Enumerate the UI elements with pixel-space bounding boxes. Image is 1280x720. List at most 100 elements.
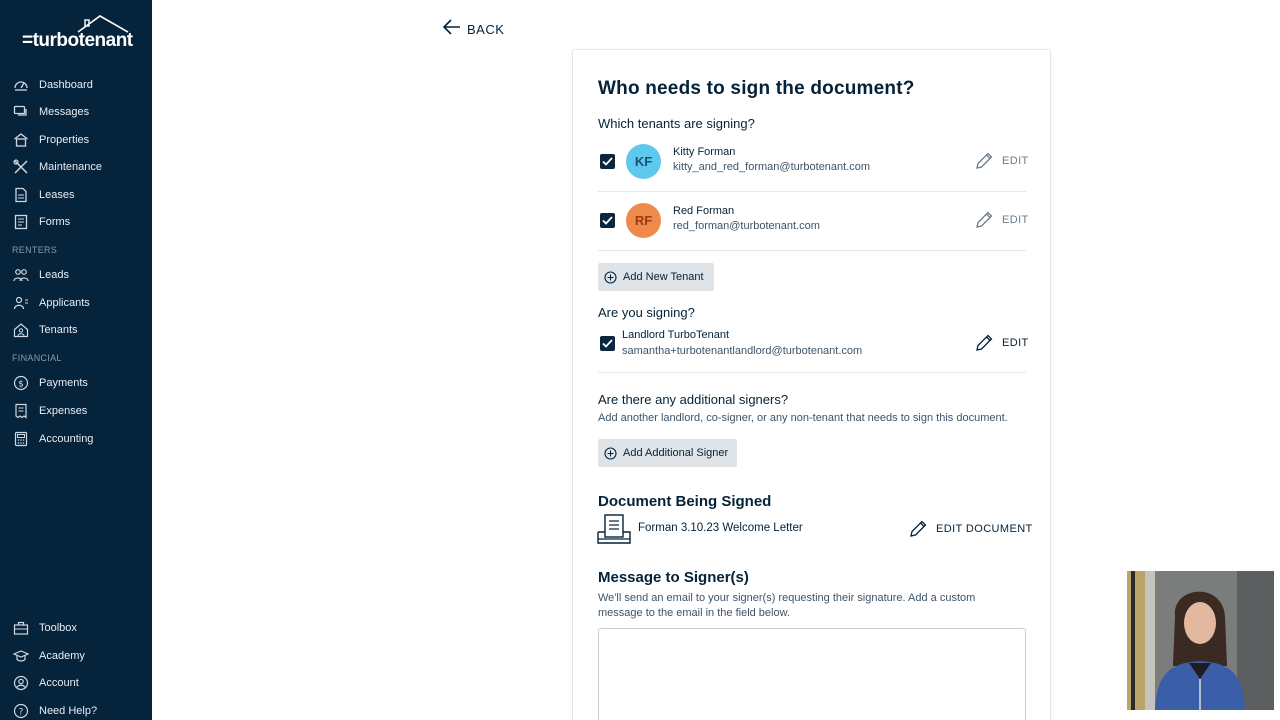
tenants-question: Which tenants are signing? (598, 116, 755, 131)
tenant-name: Red Forman (673, 205, 735, 217)
sidebar-item-leads[interactable]: Leads (12, 264, 69, 286)
divider (598, 191, 1026, 192)
sidebar-item-academy[interactable]: Academy (12, 645, 85, 667)
landlord-checkbox[interactable] (600, 336, 615, 351)
additional-signers-description: Add another landlord, co-signer, or any … (598, 412, 1008, 424)
checkmark-icon (602, 339, 613, 348)
document-heading: Document Being Signed (598, 493, 772, 510)
edit-landlord-button[interactable]: EDIT (974, 333, 1029, 353)
form-icon (12, 214, 29, 231)
tenant-email: red_forman@turbotenant.com (673, 220, 820, 232)
sidebar-item-label: Expenses (39, 405, 88, 417)
sidebar-item-help[interactable]: ? Need Help? (12, 700, 97, 720)
sidebar-item-label: Dashboard (39, 79, 93, 91)
pencil-icon (976, 152, 993, 169)
svg-text:$: $ (18, 380, 24, 390)
plus-circle-icon (604, 270, 617, 284)
signers-form-card: Who needs to sign the document? Which te… (572, 49, 1051, 720)
sidebar-item-leases[interactable]: Leases (12, 184, 74, 206)
logo-text: =turbotenant (22, 30, 133, 51)
document-stack-icon (597, 514, 631, 544)
sidebar-item-label: Applicants (39, 297, 90, 309)
checkmark-icon (602, 157, 613, 166)
sidebar-item-label: Messages (39, 106, 90, 118)
sidebar-item-label: Maintenance (39, 161, 102, 173)
speedometer-icon (12, 77, 29, 94)
sidebar-item-account[interactable]: Account (12, 672, 79, 694)
pencil-icon (976, 211, 993, 228)
edit-tenant-button[interactable]: EDIT (974, 151, 1029, 171)
landlord-email: samantha+turbotenantlandlord@turbotenant… (622, 345, 863, 357)
add-new-tenant-label: Add New Tenant (623, 271, 704, 283)
sidebar-item-forms[interactable]: Forms (12, 211, 70, 233)
tools-icon (12, 159, 29, 176)
presenter-video-image (1127, 571, 1274, 710)
back-button[interactable]: BACK (442, 18, 504, 41)
toolbox-icon (12, 620, 29, 637)
page-title: Who needs to sign the document? (598, 78, 915, 99)
edit-document-label: EDIT DOCUMENT (936, 523, 1033, 535)
graduation-cap-icon (12, 648, 29, 665)
sidebar-item-properties[interactable]: Properties (12, 129, 89, 151)
message-textarea[interactable] (598, 628, 1026, 720)
sidebar-item-label: Payments (39, 377, 88, 389)
divider (598, 250, 1026, 251)
financial-section-label: FINANCIAL (12, 353, 62, 363)
sidebar-item-dashboard[interactable]: Dashboard (12, 74, 93, 96)
sidebar-item-label: Account (39, 677, 79, 689)
add-additional-signer-label: Add Additional Signer (623, 447, 729, 459)
sidebar-item-payments[interactable]: $ Payments (12, 372, 88, 394)
sidebar-item-tenants[interactable]: Tenants (12, 319, 78, 341)
sidebar-item-label: Forms (39, 216, 71, 228)
sidebar-item-applicants[interactable]: Applicants (12, 292, 90, 314)
turbotenant-logo[interactable]: =turbotenant (20, 14, 133, 54)
divider (598, 372, 1026, 373)
sidebar-item-expenses[interactable]: Expenses (12, 400, 87, 422)
arrow-left-icon (442, 18, 461, 41)
tenant-name: Kitty Forman (673, 146, 736, 158)
sidebar-item-accounting[interactable]: Accounting (12, 428, 93, 450)
receipt-icon (12, 403, 29, 420)
sidebar-item-maintenance[interactable]: Maintenance (12, 156, 102, 178)
document-name: Forman 3.10.23 Welcome Letter (638, 522, 803, 534)
svg-text:?: ? (18, 708, 23, 718)
pencil-icon (910, 520, 927, 537)
edit-label: EDIT (1002, 214, 1029, 226)
document-icon (12, 187, 29, 204)
tenant-checkbox[interactable] (600, 213, 615, 228)
plus-circle-icon (604, 446, 617, 460)
house-person-icon (12, 322, 29, 339)
landlord-name: Landlord TurboTenant (622, 329, 730, 341)
help-icon: ? (12, 703, 29, 720)
edit-tenant-button[interactable]: EDIT (974, 210, 1029, 230)
applicant-icon (12, 295, 29, 312)
back-label: BACK (467, 22, 505, 37)
sidebar-item-label: Tenants (39, 324, 78, 336)
checkmark-icon (602, 216, 613, 225)
edit-label: EDIT (1002, 155, 1029, 167)
sidebar-item-messages[interactable]: Messages (12, 101, 89, 123)
people-icon (12, 267, 29, 284)
edit-label: EDIT (1002, 337, 1029, 349)
you-signing-question: Are you signing? (598, 305, 695, 320)
sidebar-item-label: Accounting (39, 433, 94, 445)
account-icon (12, 675, 29, 692)
tenant-checkbox[interactable] (600, 154, 615, 169)
sidebar-item-toolbox[interactable]: Toolbox (12, 617, 77, 639)
building-icon (12, 132, 29, 149)
presenter-video-overlay (1127, 571, 1274, 710)
message-description: We'll send an email to your signer(s) re… (598, 592, 976, 619)
tenant-email: kitty_and_red_forman@turbotenant.com (673, 161, 871, 173)
add-additional-signer-button[interactable]: Add Additional Signer (598, 439, 737, 467)
pencil-icon (976, 334, 993, 351)
edit-document-button[interactable]: EDIT DOCUMENT (908, 519, 1033, 539)
sidebar: =turbotenant Dashboard Messages Properti… (0, 0, 152, 720)
sidebar-item-label: Leases (39, 189, 75, 201)
dollar-icon: $ (12, 375, 29, 392)
avatar: RF (626, 203, 661, 238)
additional-signers-question: Are there any additional signers? (598, 392, 789, 407)
add-new-tenant-button[interactable]: Add New Tenant (598, 263, 714, 291)
calculator-icon (12, 431, 29, 448)
sidebar-item-label: Leads (39, 269, 69, 281)
sidebar-item-label: Toolbox (39, 622, 77, 634)
